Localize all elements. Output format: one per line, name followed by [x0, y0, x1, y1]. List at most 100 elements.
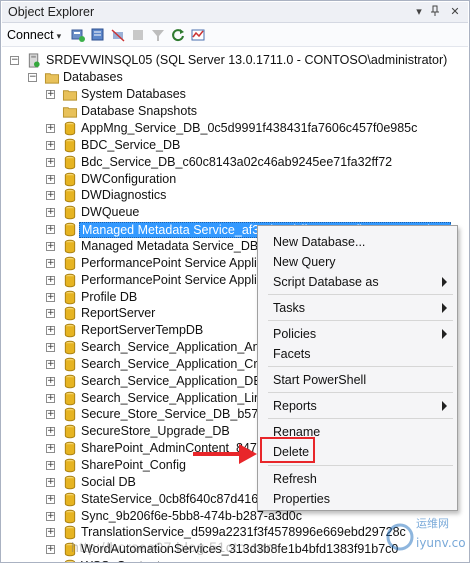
annotation-arrow: [193, 444, 257, 464]
expand-icon[interactable]: +: [46, 258, 55, 268]
expand-icon[interactable]: +: [46, 174, 55, 184]
expand-icon[interactable]: +: [46, 528, 55, 538]
menu-item-reports[interactable]: Reports: [258, 396, 457, 416]
database-icon: [64, 155, 76, 169]
menu-separator: [268, 418, 453, 419]
menu-item-label: New Query: [273, 255, 336, 269]
database-tree-item[interactable]: + DWQueue: [2, 204, 468, 221]
database-label: Profile DB: [81, 289, 138, 304]
database-tree-item[interactable]: + Bdc_Service_DB_c60c8143a02c46ab9245ee71…: [2, 154, 468, 171]
database-label: Search_Service_Application_Link: [81, 390, 268, 405]
dropdown-arrow-icon[interactable]: ▾: [412, 5, 426, 18]
expand-icon[interactable]: +: [46, 511, 55, 521]
collapse-icon[interactable]: −: [28, 73, 37, 82]
connect-server-icon[interactable]: [70, 27, 86, 43]
database-icon: [64, 290, 76, 304]
database-icon: [64, 239, 76, 254]
expand-icon[interactable]: +: [46, 477, 55, 487]
database-icon: [64, 425, 76, 439]
database-label: Secure_Store_Service_DB_b5721c: [81, 407, 279, 422]
menu-item-new-database[interactable]: New Database...: [258, 232, 457, 252]
database-icon: [64, 189, 76, 203]
svg-text:运维网: 运维网: [416, 517, 449, 530]
expand-icon[interactable]: +: [46, 461, 55, 470]
activity-monitor-icon[interactable]: [190, 27, 206, 43]
database-tree-item[interactable]: + AppMng_Service_DB_0c5d9991f438431fa7606…: [2, 120, 468, 137]
tree-server-node[interactable]: − SRDEVWINSQL05 (SQL Server 13.0.1711.0 …: [2, 52, 468, 69]
expand-icon[interactable]: +: [46, 343, 55, 353]
tree-folder-item[interactable]: + System Databases: [2, 86, 468, 103]
database-tree-item[interactable]: + DWConfiguration: [2, 171, 468, 188]
databases-label: Databases: [63, 70, 123, 84]
expand-icon[interactable]: +: [46, 494, 55, 504]
expand-icon[interactable]: +: [46, 275, 55, 285]
collapse-icon[interactable]: −: [10, 56, 19, 65]
expand-icon[interactable]: +: [46, 326, 55, 336]
database-icon: [64, 323, 76, 338]
database-tree-item[interactable]: + BDC_Service_DB: [2, 137, 468, 154]
menu-item-tasks[interactable]: Tasks: [258, 298, 457, 318]
tree-databases-folder[interactable]: − Databases: [2, 69, 468, 86]
menu-separator: [268, 294, 453, 295]
menu-item-policies[interactable]: Policies: [258, 324, 457, 344]
expand-icon[interactable]: +: [46, 309, 55, 319]
disconnect-icon[interactable]: [110, 27, 126, 43]
expand-icon[interactable]: +: [46, 545, 55, 555]
database-label: StateService_0cb8f640c87d416e: [81, 491, 266, 506]
database-icon: [64, 458, 76, 473]
menu-item-label: Start PowerShell: [273, 373, 367, 387]
expand-icon[interactable]: +: [46, 410, 55, 420]
database-label: Search_Service_Application_Crawl: [81, 356, 277, 371]
menu-item-facets[interactable]: Facets: [258, 344, 457, 364]
expand-icon[interactable]: +: [46, 124, 55, 133]
database-icon: [64, 408, 76, 422]
expand-icon[interactable]: +: [46, 191, 55, 201]
menu-item-script-database-as[interactable]: Script Database as: [258, 272, 457, 292]
menu-item-refresh[interactable]: Refresh: [258, 469, 457, 489]
title-bar: Object Explorer ▾ ✕: [2, 2, 468, 23]
database-label: WSS_Content: [81, 559, 160, 562]
database-icon: [64, 509, 76, 523]
expand-icon[interactable]: +: [46, 359, 55, 369]
database-label: TranslationService_d599a2231f3f4578996e6…: [81, 525, 406, 540]
database-label: Bdc_Service_DB_c60c8143a02c46ab9245ee71f…: [81, 154, 393, 169]
menu-item-label: Facets: [273, 347, 311, 361]
expand-icon[interactable]: +: [46, 292, 55, 302]
object-explorer-window: Object Explorer ▾ ✕ Connect ▾ − SRDEVWIN…: [0, 0, 470, 563]
database-icon: [64, 138, 76, 153]
pin-icon[interactable]: [428, 5, 442, 20]
expand-icon[interactable]: +: [46, 90, 55, 99]
menu-item-label: Policies: [273, 327, 317, 341]
folder-icon: [44, 73, 60, 84]
expand-icon[interactable]: +: [46, 140, 55, 150]
menu-item-new-query[interactable]: New Query: [258, 252, 457, 272]
connect-button[interactable]: Connect ▾: [7, 28, 61, 42]
menu-item-start-powershell[interactable]: Start PowerShell: [258, 370, 457, 390]
context-menu: New Database... New Query Script Database …: [257, 225, 458, 511]
menu-item-properties[interactable]: Properties: [258, 489, 457, 509]
expand-icon[interactable]: +: [46, 157, 55, 167]
menu-item-label: Script Database as: [273, 275, 379, 289]
database-label: DWQueue: [81, 205, 140, 220]
database-icon: [64, 121, 76, 136]
expand-icon[interactable]: +: [46, 444, 55, 454]
expand-icon[interactable]: +: [46, 225, 55, 235]
menu-separator: [268, 392, 453, 393]
expand-icon[interactable]: +: [46, 427, 55, 437]
new-query-icon[interactable]: [90, 27, 106, 43]
submenu-arrow-icon: [442, 277, 447, 287]
close-icon[interactable]: ✕: [448, 5, 462, 18]
stop-icon[interactable]: [130, 27, 146, 43]
refresh-icon[interactable]: [170, 27, 186, 43]
database-label: Social DB: [81, 474, 136, 489]
filter-icon[interactable]: [150, 27, 166, 43]
expand-icon[interactable]: +: [46, 241, 55, 251]
tree-folder-item[interactable]: Database Snapshots: [2, 103, 468, 120]
database-label: DWConfiguration: [81, 171, 177, 186]
window-title: Object Explorer: [8, 5, 95, 19]
database-label: DWDiagnostics: [81, 188, 167, 203]
expand-icon[interactable]: +: [46, 376, 55, 386]
expand-icon[interactable]: +: [46, 393, 55, 403]
database-tree-item[interactable]: + DWDiagnostics: [2, 187, 468, 204]
expand-icon[interactable]: +: [46, 208, 55, 218]
